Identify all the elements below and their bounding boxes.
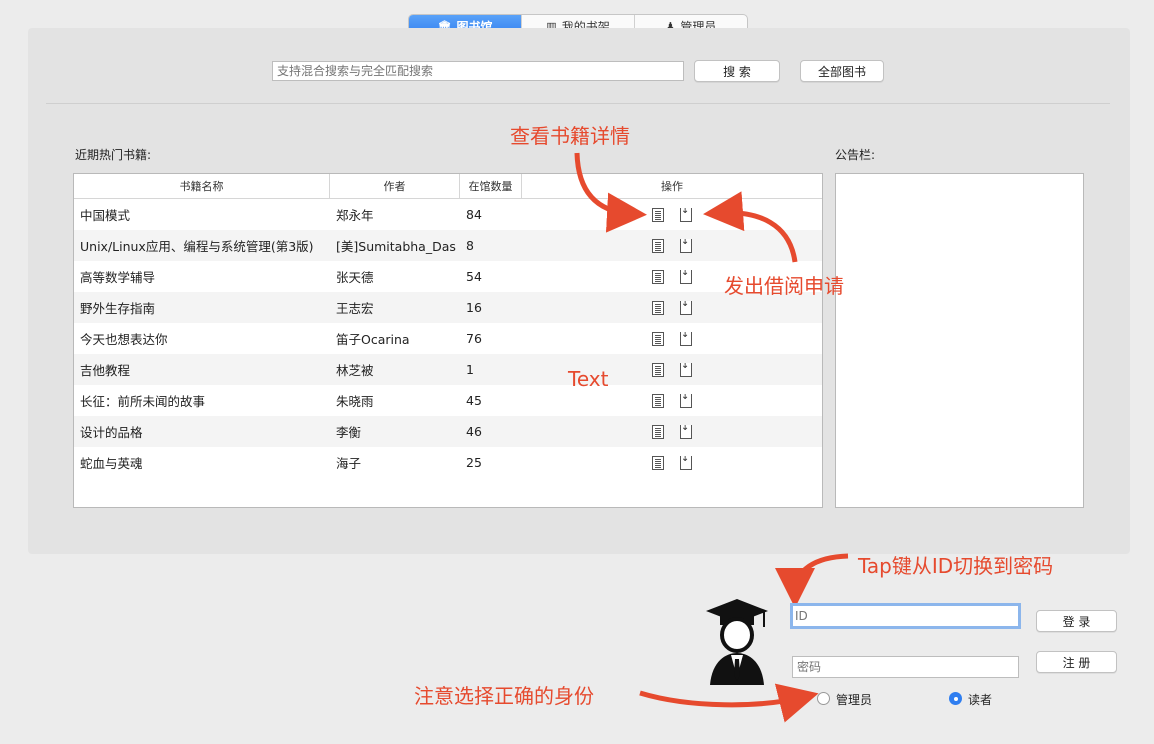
arrow-borrow (703, 191, 798, 263)
role-reader-label[interactable]: 读者 (968, 691, 992, 708)
arrow-tab-hint (775, 553, 849, 608)
register-button[interactable]: 注 册 (1036, 651, 1117, 673)
role-reader-radio[interactable] (949, 692, 962, 705)
login-button[interactable]: 登 录 (1036, 610, 1117, 632)
id-field[interactable] (790, 603, 1021, 629)
arrow-role-hint (639, 683, 819, 723)
student-avatar-icon (706, 599, 768, 685)
role-admin-radio[interactable] (817, 692, 830, 705)
role-admin-label[interactable]: 管理员 (836, 691, 872, 708)
arrow-view-details (574, 152, 647, 233)
annotation-arrows (574, 152, 849, 723)
password-field[interactable] (792, 656, 1019, 678)
